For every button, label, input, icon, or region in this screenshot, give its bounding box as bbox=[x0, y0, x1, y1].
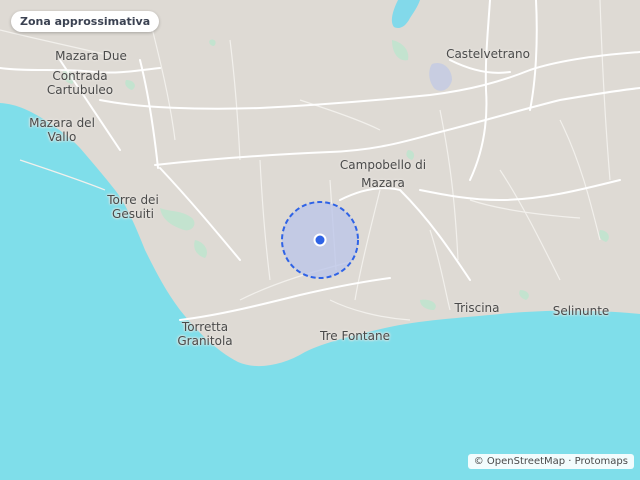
place-label-castelvetrano: Castelvetrano bbox=[446, 47, 530, 61]
place-line: Granitola bbox=[177, 334, 233, 348]
place-line: Contrada bbox=[52, 69, 108, 83]
badge-label: Zona approssimativa bbox=[20, 15, 151, 28]
copyright-symbol: © bbox=[473, 456, 484, 467]
place-line: Gesuiti bbox=[112, 207, 154, 221]
approximate-zone-badge: Zona approssimativa bbox=[11, 11, 160, 32]
place-label-mazara-del-vallo: Mazara del Vallo bbox=[29, 116, 95, 144]
attribution-text[interactable]: OpenStreetMap · Protomaps bbox=[487, 456, 628, 467]
place-line: Torretta bbox=[181, 320, 229, 334]
place-label-torre-dei-gesuiti: Torre dei Gesuiti bbox=[107, 193, 159, 221]
place-line: Castelvetrano bbox=[446, 47, 530, 61]
place-label-triscina: Triscina bbox=[455, 301, 500, 315]
place-line: Tre Fontane bbox=[320, 329, 390, 343]
place-line: Selinunte bbox=[552, 304, 610, 318]
place-line: Mazara bbox=[361, 176, 405, 190]
place-label-contrada-cartubuleo: Contrada Cartubuleo bbox=[47, 69, 113, 97]
place-label-selinunte: Selinunte bbox=[553, 304, 610, 318]
place-line: Torre dei bbox=[107, 193, 159, 207]
place-label-torretta-granitola: Torretta Granitola bbox=[177, 320, 232, 348]
place-label-mazara-due: Mazara Due bbox=[55, 49, 127, 63]
place-line: Mazara Due bbox=[55, 49, 127, 63]
place-label-tre-fontane: Tre Fontane bbox=[320, 329, 390, 343]
place-line: Vallo bbox=[47, 130, 77, 144]
place-line: Campobello di bbox=[339, 158, 427, 172]
location-dot-icon[interactable] bbox=[313, 233, 327, 247]
place-label-campobello-di-mazara: Campobello di Mazara bbox=[340, 158, 426, 190]
map-attribution[interactable]: © OpenStreetMap · Protomaps bbox=[467, 454, 634, 469]
place-line: Triscina bbox=[454, 301, 500, 315]
place-line: Cartubuleo bbox=[46, 83, 114, 97]
place-line: Mazara del bbox=[29, 116, 95, 130]
